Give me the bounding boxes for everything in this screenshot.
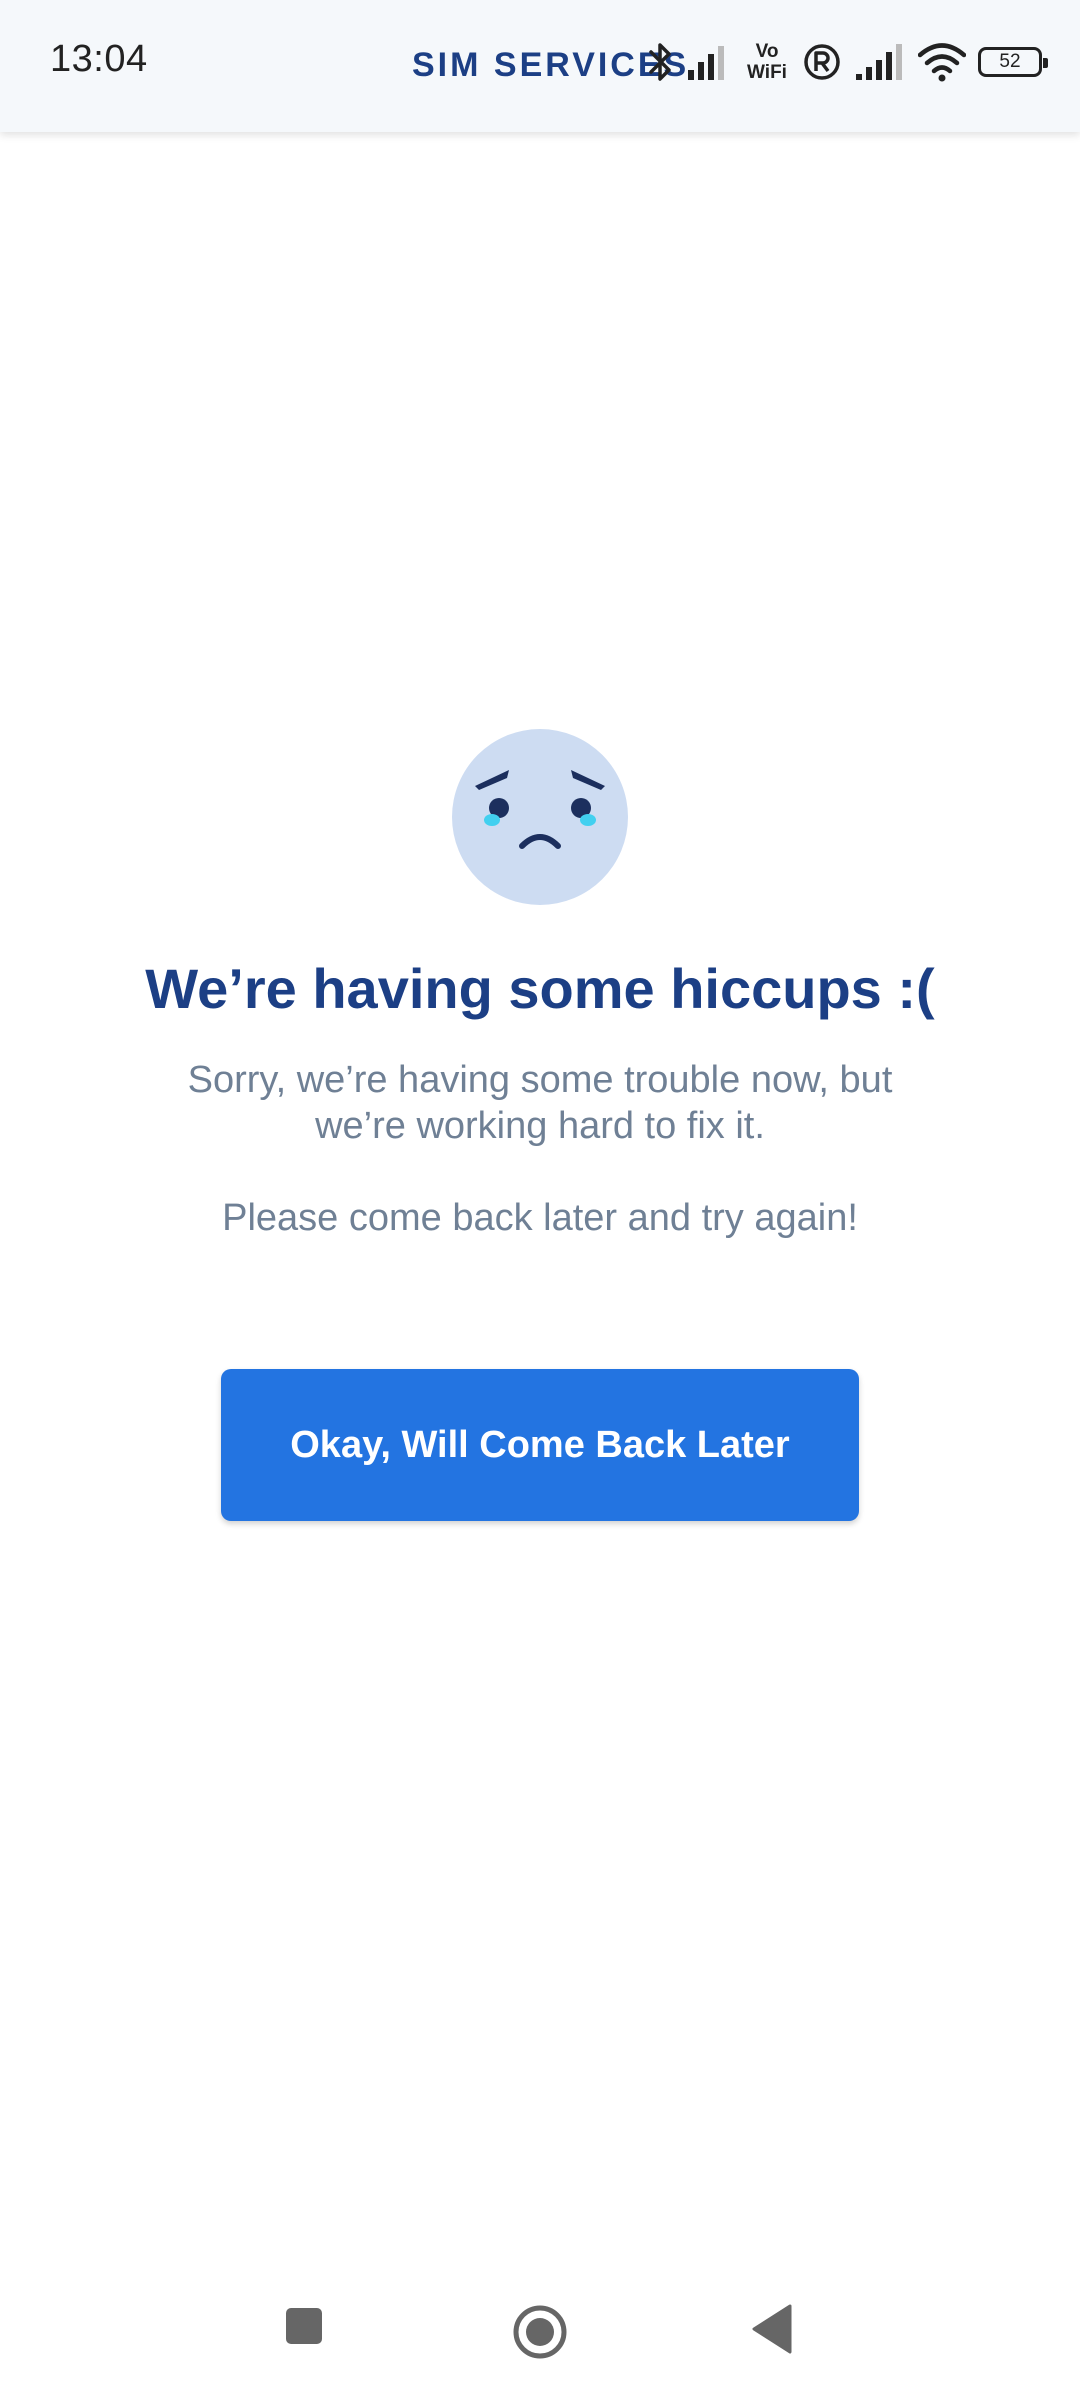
recents-icon[interactable] <box>280 2302 328 2350</box>
error-retry-hint: Please come back later and try again! <box>222 1197 858 1239</box>
error-headline: We’re having some hiccups :( <box>145 957 935 1020</box>
top-bar: 13:04 SIM SERVICES Vo WiFi 52 <box>0 0 1080 132</box>
signal-icon <box>856 44 902 80</box>
signal-icon <box>688 46 724 80</box>
status-icons: Vo WiFi 52 <box>648 34 1048 90</box>
bluetooth-icon <box>649 43 671 81</box>
battery-icon: 52 <box>978 47 1048 77</box>
vowifi-icon: Vo WiFi <box>744 37 790 87</box>
home-icon[interactable] <box>510 2302 570 2362</box>
sad-face-icon <box>452 729 628 905</box>
wifi-icon <box>918 43 966 82</box>
back-icon[interactable] <box>748 2302 796 2356</box>
navigation-bar <box>0 2280 1080 2390</box>
error-message: Sorry, we’re having some trouble now, bu… <box>187 1059 893 1147</box>
status-time: 13:04 <box>50 38 148 80</box>
error-content: We’re having some hiccups :( Sorry, we’r… <box>0 728 1080 1521</box>
error-screen: 13:04 SIM SERVICES Vo WiFi 52 We’re havi… <box>0 0 1080 2400</box>
battery-level: 52 <box>999 51 1021 72</box>
come-back-later-button[interactable]: Okay, Will Come Back Later <box>221 1369 859 1521</box>
vowifi-label-bottom: WiFi <box>747 62 787 83</box>
roaming-icon <box>804 44 840 80</box>
vowifi-label-top: Vo <box>755 41 779 62</box>
